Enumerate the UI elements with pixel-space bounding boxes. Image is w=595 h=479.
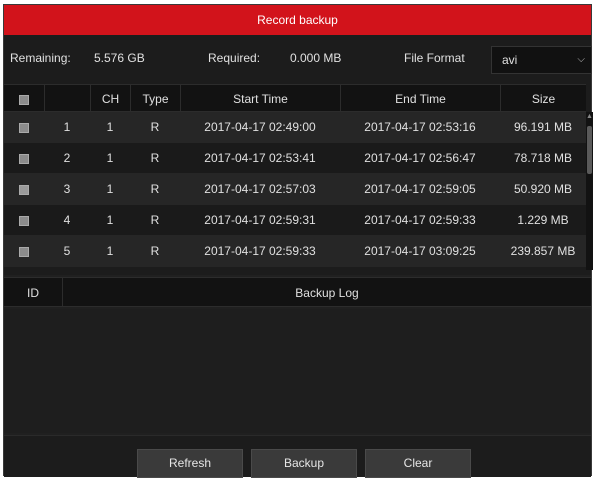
- table-row[interactable]: 5 1 R 2017-04-17 02:59:33 2017-04-17 03:…: [4, 236, 586, 267]
- row-type: R: [150, 244, 160, 258]
- select-all-checkbox[interactable]: [19, 94, 29, 105]
- row-start-time: 2017-04-17 02:49:00: [204, 120, 316, 134]
- row-checkbox[interactable]: [19, 246, 29, 257]
- row-type: R: [150, 151, 160, 165]
- table-scrollbar[interactable]: ▲: [586, 112, 593, 270]
- row-start-time: 2017-04-17 02:59:31: [204, 213, 316, 227]
- row-start-time: 2017-04-17 02:59:33: [204, 244, 316, 258]
- row-end-time: 2017-04-17 02:59:05: [364, 182, 476, 196]
- row-start-time: 2017-04-17 02:53:41: [204, 151, 316, 165]
- refresh-button[interactable]: Refresh: [137, 449, 243, 478]
- row-size: 239.857 MB: [510, 244, 576, 258]
- table-row[interactable]: 4 1 R 2017-04-17 02:59:31 2017-04-17 02:…: [4, 205, 586, 236]
- button-bar: Refresh Backup Clear: [4, 435, 591, 478]
- row-start-time: 2017-04-17 02:57:03: [204, 182, 316, 196]
- remaining-value: 5.576 GB: [94, 51, 145, 65]
- row-end-time: 2017-04-17 02:53:16: [364, 120, 476, 134]
- record-backup-dialog: Record backup Remaining: 5.576 GB Requir…: [3, 4, 593, 478]
- end-time-column-header: End Time: [340, 85, 500, 111]
- backup-log-header: ID Backup Log: [4, 277, 591, 307]
- clear-button[interactable]: Clear: [365, 449, 471, 478]
- row-size: 50.920 MB: [513, 182, 573, 196]
- backup-log-panel: ID Backup Log: [4, 275, 591, 435]
- row-id: 2: [63, 151, 71, 165]
- row-end-time: 2017-04-17 03:09:25: [364, 244, 476, 258]
- scroll-up-icon[interactable]: ▲: [586, 113, 593, 121]
- file-format-select[interactable]: avi ⌵: [491, 46, 592, 74]
- chevron-down-icon: ⌵: [577, 54, 585, 65]
- row-type: R: [150, 182, 160, 196]
- row-end-time: 2017-04-17 02:59:33: [364, 213, 476, 227]
- required-label: Required:: [208, 51, 261, 65]
- row-end-time: 2017-04-17 02:56:47: [364, 151, 476, 165]
- type-column-header: Type: [130, 85, 180, 111]
- row-checkbox[interactable]: [19, 153, 29, 164]
- table-row[interactable]: 3 1 R 2017-04-17 02:57:03 2017-04-17 02:…: [4, 174, 586, 205]
- row-id: 5: [63, 244, 71, 258]
- start-time-column-header: Start Time: [180, 85, 340, 111]
- row-id: 4: [63, 213, 71, 227]
- row-id: 3: [63, 182, 71, 196]
- row-ch: 1: [106, 213, 114, 227]
- log-id-header: ID: [27, 286, 39, 300]
- row-ch: 1: [106, 182, 114, 196]
- row-checkbox[interactable]: [19, 184, 29, 195]
- scrollbar-thumb[interactable]: [587, 126, 592, 174]
- row-ch: 1: [106, 120, 114, 134]
- row-checkbox[interactable]: [19, 122, 29, 133]
- row-checkbox[interactable]: [19, 215, 29, 226]
- backup-button[interactable]: Backup: [251, 449, 357, 478]
- size-column-header: Size: [500, 85, 586, 111]
- id-column-header: [44, 85, 90, 111]
- required-value: 0.000 MB: [290, 51, 342, 65]
- row-type: R: [150, 120, 160, 134]
- row-ch: 1: [106, 151, 114, 165]
- row-ch: 1: [106, 244, 114, 258]
- select-all-cell: [4, 85, 44, 111]
- backup-log-list: [4, 309, 591, 433]
- table-header: CH Type Start Time End Time Size: [4, 84, 586, 112]
- table-row[interactable]: 2 1 R 2017-04-17 02:53:41 2017-04-17 02:…: [4, 143, 586, 174]
- record-table: CH Type Start Time End Time Size 1 1 R 2…: [4, 84, 586, 270]
- file-format-label: File Format: [404, 51, 465, 65]
- ch-column-header: CH: [90, 85, 130, 111]
- backup-log-header-label: Backup Log: [295, 286, 359, 300]
- row-id: 1: [63, 120, 71, 134]
- row-size: 1.229 MB: [517, 213, 569, 227]
- file-format-value: avi: [502, 53, 518, 67]
- remaining-label: Remaining:: [10, 51, 71, 65]
- row-size: 78.718 MB: [513, 151, 573, 165]
- row-type: R: [150, 213, 160, 227]
- table-row[interactable]: 1 1 R 2017-04-17 02:49:00 2017-04-17 02:…: [4, 112, 586, 143]
- dialog-title: Record backup: [4, 5, 591, 35]
- row-size: 96.191 MB: [513, 120, 573, 134]
